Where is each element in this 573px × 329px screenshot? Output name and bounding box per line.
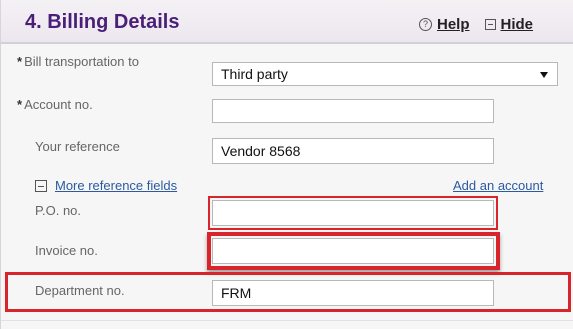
account-no-label: * Account no.: [17, 97, 93, 112]
add-account-link[interactable]: Add an account: [453, 178, 543, 193]
more-reference-toggle[interactable]: More reference fields: [35, 178, 177, 193]
question-circle-icon[interactable]: ?: [419, 17, 432, 31]
invoice-no-label: Invoice no.: [35, 243, 98, 258]
bill-transportation-label: * Bill transportation to: [17, 54, 139, 69]
section-title: 4. Billing Details: [25, 11, 180, 33]
billing-details-panel: 4. Billing Details ? Help Hide * Bill tra…: [0, 0, 573, 329]
bill-transportation-label-text: Bill transportation to: [24, 54, 139, 69]
account-no-label-text: Account no.: [24, 97, 93, 112]
bill-transportation-select[interactable]: Third party: [212, 62, 558, 86]
required-mark: *: [17, 54, 23, 69]
collapse-minus-icon[interactable]: [35, 179, 47, 192]
required-mark: *: [17, 97, 23, 112]
your-reference-value: Vendor 8568: [221, 143, 301, 159]
dropdown-arrow-icon[interactable]: [540, 72, 548, 78]
po-no-highlight: [208, 196, 498, 230]
hide-link[interactable]: Hide: [501, 16, 534, 33]
your-reference-label: Your reference: [35, 139, 120, 154]
collapse-square-icon[interactable]: [484, 18, 496, 30]
your-reference-input[interactable]: Vendor 8568: [212, 138, 494, 164]
po-no-label: P.O. no.: [35, 203, 82, 218]
department-no-highlight: [5, 272, 571, 312]
invoice-no-highlight: [207, 232, 500, 270]
bill-transportation-value: Third party: [221, 66, 288, 82]
help-link[interactable]: Help: [437, 16, 470, 33]
account-no-input[interactable]: [212, 99, 494, 123]
more-reference-fields-link[interactable]: More reference fields: [55, 178, 177, 193]
section-header: 4. Billing Details ? Help Hide: [1, 0, 573, 44]
bottom-divider: [1, 320, 573, 321]
header-actions: ? Help Hide: [419, 14, 533, 34]
